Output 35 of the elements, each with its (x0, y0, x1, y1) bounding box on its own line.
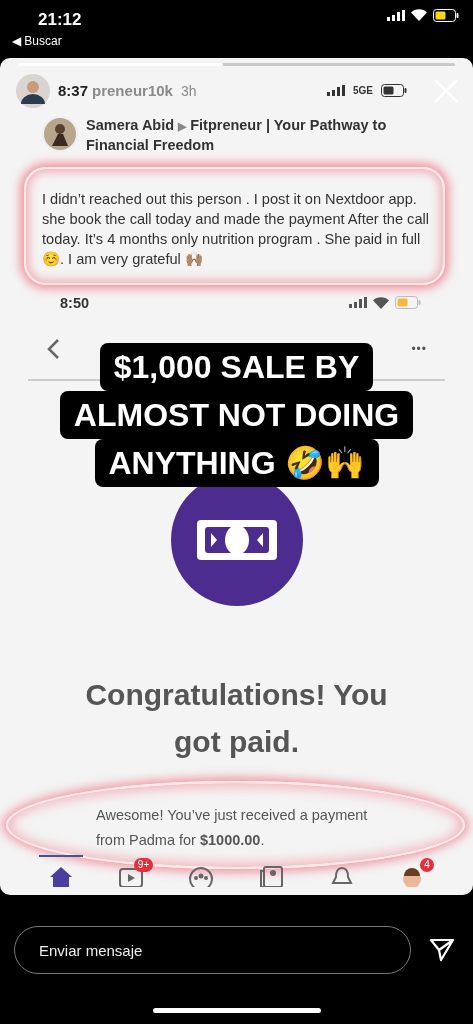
wifi-icon (373, 296, 389, 309)
groups-icon[interactable] (188, 865, 215, 887)
signal-icon (387, 9, 405, 21)
clock-time: 21:12 (38, 10, 82, 30)
battery-icon (381, 84, 407, 98)
caption-text: ANYTHING 🤣🙌 (94, 438, 379, 487)
battery-icon (395, 296, 421, 310)
caption-text: ALMOST NOT DOING (59, 390, 414, 439)
author-avatar[interactable] (42, 115, 78, 152)
bell-icon[interactable] (329, 865, 354, 887)
success-title: Congratulations! You got paid. (84, 677, 389, 760)
payment-message: Awesome! You’ve just received a payment from Padma for $1000.00. (96, 806, 369, 850)
post-author-line: Samera Abid ▶ Fitpreneur | Your Pathway to Financial Freedom (86, 115, 388, 155)
notification-badge: 4 (420, 858, 434, 872)
caption-text: $1,000 SALE BY (99, 342, 374, 391)
news-icon[interactable] (258, 865, 285, 887)
back-link[interactable]: ◀ Buscar (12, 34, 62, 48)
nav-tab[interactable]: 4 (389, 855, 434, 895)
back-chevron-icon[interactable] (46, 337, 60, 360)
wifi-icon (411, 9, 427, 21)
screenshot-time: 8:50 (60, 294, 90, 311)
battery-icon (433, 8, 459, 22)
username[interactable]: preneur10k (92, 82, 173, 100)
message-field[interactable]: Enviar mensaje (14, 926, 411, 974)
network-label: 5GE (353, 85, 373, 97)
signal-icon (349, 297, 367, 309)
send-icon[interactable] (429, 938, 455, 962)
avatar[interactable] (16, 73, 50, 108)
screenshot-time: 8:37 (58, 82, 89, 100)
post-text: I didn’t reached out this person . I post it on Nextdoor app. she book the call today and made the payment After the call today. It’s 4 months only nutrition program . She paid in full ☺. I am very grateful 🙌🏽 (42, 189, 430, 269)
signal-icon (327, 85, 345, 97)
notification-badge: 9+ (133, 858, 154, 872)
more-button[interactable]: ••• (411, 341, 427, 356)
post-age: 3h (180, 82, 197, 99)
nav-tab[interactable]: 9+ (109, 855, 154, 895)
